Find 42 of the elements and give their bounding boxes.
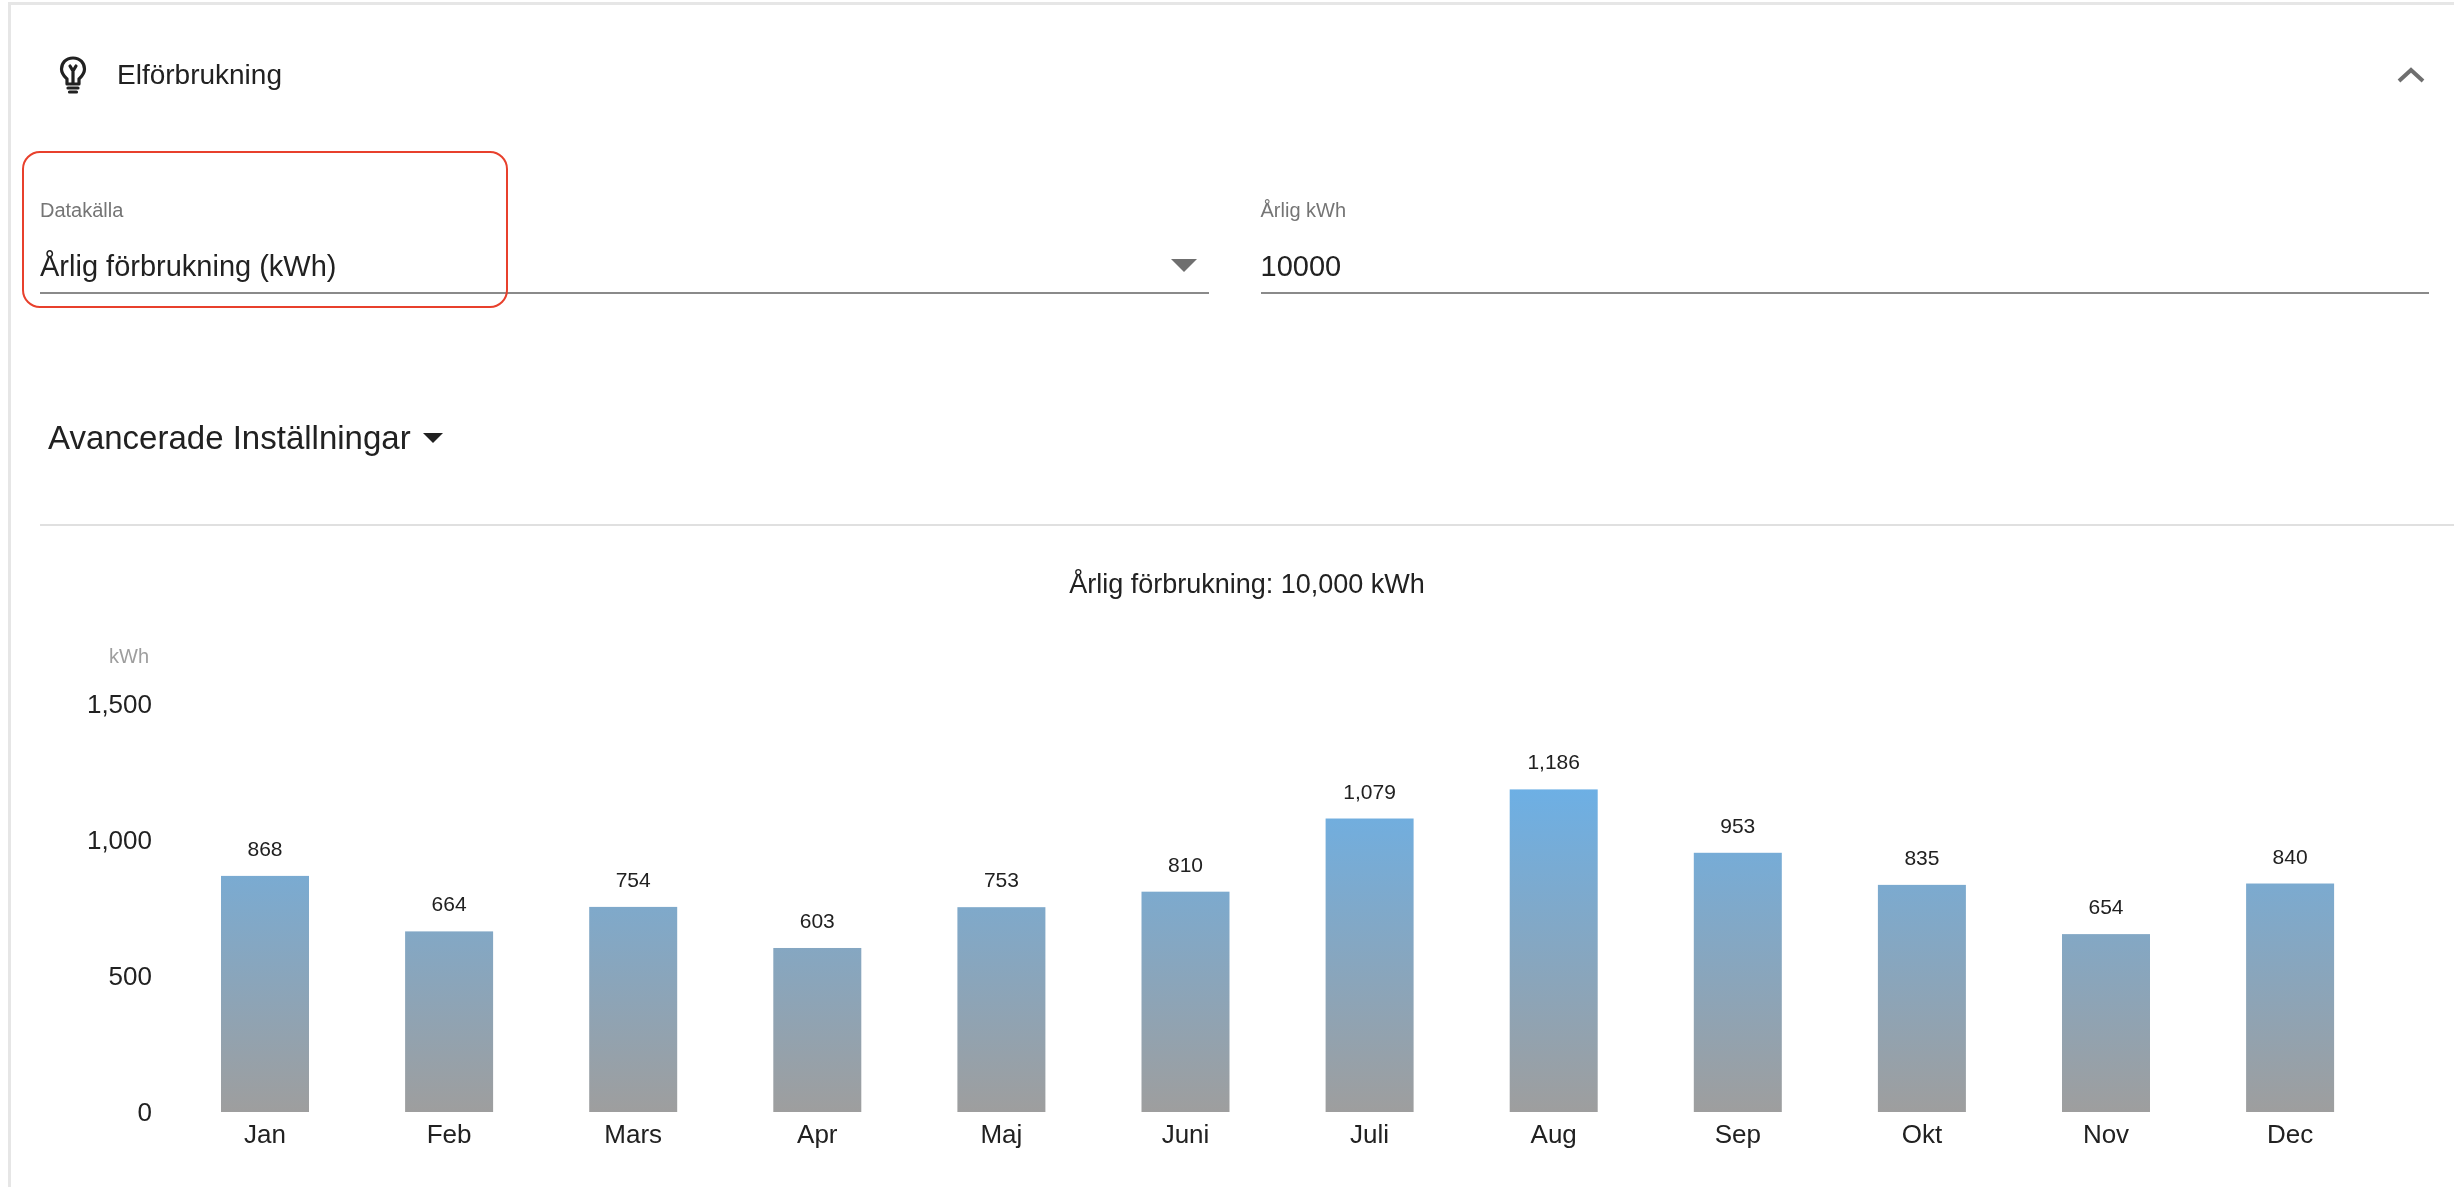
dropdown-caret-icon [1170,259,1197,273]
field-value: Årlig förbrukning (kWh) [40,249,338,284]
axis-unit-label: kWh [109,645,149,667]
x-tick-label: Apr [797,1119,838,1149]
value-label: 753 [983,868,1019,892]
x-tick-label: Maj [980,1119,1023,1149]
x-tick-label: Feb [426,1119,472,1149]
x-tick-label: Aug [1530,1119,1577,1149]
dropdown-caret-icon[interactable] [422,433,443,443]
field-value: 10000 [1260,249,1343,284]
y-tick-label: 1,500 [86,689,152,719]
value-label: 603 [799,909,835,932]
value-label: 810 [1168,852,1203,876]
card-title: Elförbrukning [117,59,283,91]
y-tick-label: 500 [108,961,152,991]
value-label: 654 [2088,895,2124,919]
x-tick-label: Juni [1161,1119,1210,1149]
x-tick-label: Okt [1901,1119,1943,1149]
field-label: Årlig kWh [1260,199,1347,222]
value-label: 840 [2272,844,2308,868]
input-field[interactable]: Årlig kWh 10000 [1260,185,2429,294]
lightbulb-icon [59,55,87,95]
value-label: 754 [615,867,651,891]
value-label: 1,079 [1343,779,1396,803]
y-tick-label: 0 [137,1097,152,1127]
y-tick-label: 1,000 [86,825,152,855]
select-field[interactable]: Datakälla Årlig förbrukning (kWh) [40,185,1209,294]
x-tick-label: Sep [1714,1119,1761,1149]
x-tick-label: Jan [244,1119,286,1149]
value-label: 835 [1904,845,1940,869]
chart-title: Årlig förbrukning: 10,000 kWh [1069,569,1425,599]
x-tick-label: Juli [1350,1119,1390,1149]
x-tick-label: Mars [604,1119,663,1149]
collapse-chevron-icon[interactable] [2396,66,2426,84]
value-label: 1,186 [1527,750,1580,774]
value-label: 868 [247,836,283,860]
value-label: 953 [1720,813,1756,837]
x-tick-label: Nov [2082,1119,2130,1149]
value-label: 664 [431,892,467,916]
field-label: Datakälla [40,199,124,222]
advanced-settings-toggle[interactable]: Avancerade Inställningar [48,419,411,457]
x-tick-label: Dec [2267,1119,2314,1149]
